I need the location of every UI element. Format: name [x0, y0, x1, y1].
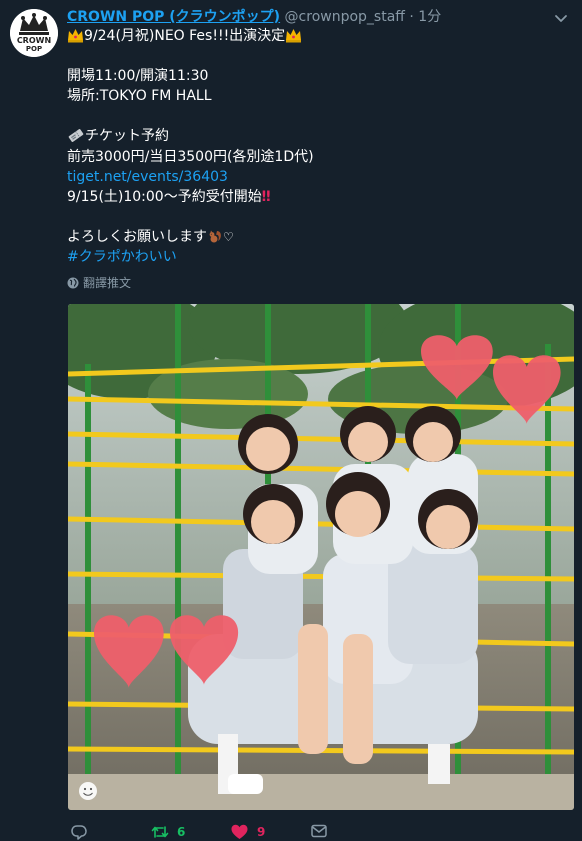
- open-start-time: 開場11:00/開演11:30: [67, 68, 209, 85]
- reservation-start: 9/15(土)10:00〜予約受付開始: [67, 188, 262, 205]
- ticket-link[interactable]: tiget.net/events/36403: [67, 167, 567, 187]
- ticket-price: 前売3000円/当日3500円(各別途1D代): [67, 148, 314, 165]
- translate-label: 翻譯推文: [83, 276, 132, 290]
- hashtag-link[interactable]: #クラポかわいい: [67, 247, 567, 267]
- crown-emoji-icon: [286, 29, 302, 43]
- heart-symbol: ♡: [223, 229, 234, 244]
- logo-text-pop: POP: [26, 45, 42, 53]
- venue: 場所:TOKYO FM HALL: [67, 88, 212, 105]
- user-handle[interactable]: @crownpop_staff: [285, 9, 405, 25]
- like-count: 9: [257, 825, 266, 839]
- ticket-reservation: チケット予約: [85, 128, 169, 145]
- double-exclamation-icon: ‼: [261, 188, 271, 205]
- line-reservation-start: 9/15(土)10:00〜予約受付開始‼: [67, 187, 567, 207]
- retweet-icon: [151, 826, 169, 838]
- timestamp[interactable]: 1分: [418, 9, 441, 25]
- tweet-text: 9/24(月祝)NEO Fes!!!出演決定 開場11:00/開演11:30 場…: [67, 26, 567, 267]
- tweet-photo[interactable]: [68, 304, 574, 810]
- crown-pop-logo: CROWN POP: [10, 9, 58, 57]
- event-announcement: 9/24(月祝)NEO Fes!!!出演決定: [84, 28, 286, 44]
- squirrel-emoji-icon: [209, 230, 221, 243]
- tweet-actions: 6 9: [67, 822, 567, 841]
- chevron-down-icon[interactable]: [554, 12, 568, 26]
- line-ticket: チケット予約: [67, 126, 567, 146]
- tweet: CROWN POP CROWN POP (クラウンポップ) @crownpop_…: [0, 0, 582, 841]
- display-name[interactable]: CROWN POP (クラウンポップ): [67, 9, 280, 25]
- crown-emoji-icon: [68, 29, 83, 43]
- avatar[interactable]: CROWN POP: [10, 9, 58, 57]
- sticker-icon: [79, 782, 97, 800]
- reply-icon: [71, 825, 87, 840]
- heart-icon: [231, 824, 248, 839]
- tweet-header: CROWN POP (クラウンポップ) @crownpop_staff · 1分: [67, 8, 542, 26]
- envelope-icon: [311, 824, 327, 838]
- ticket-emoji-icon: [68, 129, 84, 143]
- separator-dot: ·: [409, 9, 414, 25]
- globe-icon: [67, 277, 79, 289]
- translate-tweet-link[interactable]: 翻譯推文: [67, 274, 131, 292]
- greeting: よろしくお願いします: [67, 228, 207, 245]
- line-greeting: よろしくお願いします ♡: [67, 227, 567, 247]
- group-photo: [68, 304, 574, 810]
- logo-text-crown: CROWN: [17, 36, 51, 45]
- retweet-count: 6: [177, 825, 186, 839]
- line-event: 9/24(月祝)NEO Fes!!!出演決定: [67, 26, 567, 46]
